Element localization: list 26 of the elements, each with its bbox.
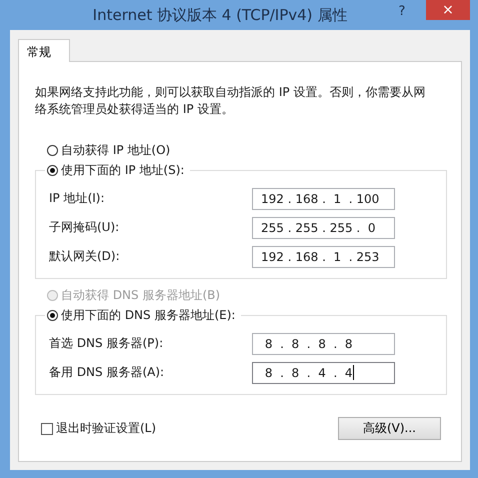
option-label: 使用下面的 DNS 服务器地址(E): (61, 306, 236, 324)
radio-button[interactable] (47, 144, 58, 156)
description-text: 如果网络支持此功能，则可以获取自动指派的 IP 设置。否则，你需要从网络系统管理员处获得适当的 IP 设置。 (35, 84, 426, 118)
field-label: 首选 DNS 服务器(P): (49, 335, 164, 352)
checkbox-label: 退出时验证设置(L) (56, 420, 156, 437)
option-label: 自动获得 DNS 服务器地址(B) (61, 286, 220, 304)
checkbox[interactable] (41, 422, 53, 434)
radio-button[interactable] (47, 164, 58, 176)
ip-address-field[interactable]: 192 . 168 . 1 . 253 (252, 246, 395, 268)
window-title: Internet 协议版本 4 (TCP/IPv4) 属性 (92, 5, 348, 25)
tab[interactable]: 常规 (18, 39, 70, 62)
text-caret (352, 365, 354, 380)
ip-address-field[interactable]: 8 . 8 . 8 . 8 (252, 332, 395, 354)
close-button[interactable]: × (426, 0, 470, 20)
advanced-button[interactable]: 高级(V)... (338, 417, 441, 440)
help-button[interactable]: ? (390, 1, 414, 21)
ip-address-field[interactable]: 255 . 255 . 255 . 0 (252, 216, 395, 238)
field-label: IP 地址(I): (49, 190, 105, 207)
ip-address-field[interactable]: 192 . 168 . 1 . 100 (252, 188, 395, 210)
field-label: 备用 DNS 服务器(A): (49, 364, 164, 381)
radio-button[interactable] (47, 310, 58, 320)
option-label: 自动获得 IP 地址(O) (61, 142, 170, 158)
field-label: 默认网关(D): (49, 248, 120, 265)
field-label: 子网掩码(U): (49, 219, 120, 236)
ip-address-field[interactable]: 8 . 8 . 4 . 4 (252, 362, 395, 384)
option-label: 使用下面的 IP 地址(S): (61, 162, 184, 178)
